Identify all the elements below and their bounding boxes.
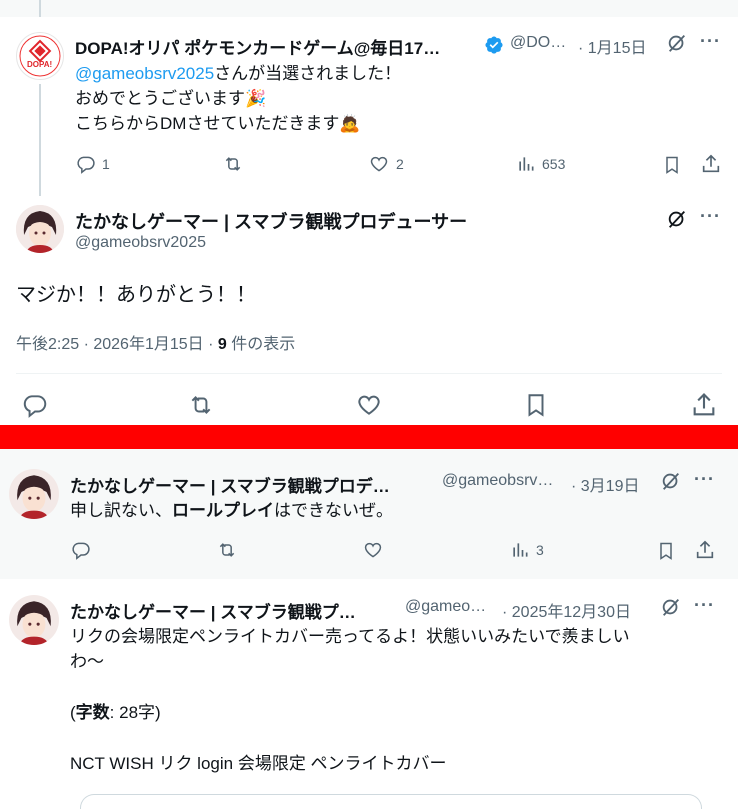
author-handle[interactable]: @DO… <box>510 34 566 52</box>
author-handle[interactable]: @gameo… <box>405 598 486 616</box>
avatar-label: DOPA! <box>27 60 53 69</box>
anime-avatar-icon <box>16 205 64 253</box>
reply-text: リクの会場限定ペンライトカバー売ってるよ！状態いいみたいで羨ましい わ〜 (字数… <box>70 624 710 776</box>
analytics-icon <box>519 157 534 171</box>
share-icon <box>696 540 714 559</box>
grok-icon[interactable] <box>666 208 688 230</box>
like-count: 2 <box>396 156 404 172</box>
more-options-icon[interactable]: ··· <box>700 206 721 227</box>
grok-icon[interactable] <box>666 32 688 54</box>
reply-button[interactable] <box>22 392 48 418</box>
reply-text-line3: (字数: 28字) <box>70 700 710 725</box>
reply-text: 申し訳ない、ロールプレイはできないぜ。 <box>70 498 393 523</box>
retweet-button[interactable] <box>187 392 215 418</box>
share-button[interactable] <box>694 539 716 561</box>
heart-icon <box>370 156 388 172</box>
reply-text-line1: リクの会場限定ペンライトカバー売ってるよ！状態いいみたいで羨ましい <box>70 627 630 646</box>
reply-text-bold: 字数 <box>75 703 110 722</box>
tweet-text-line2: おめでとうございます🎉 <box>75 89 267 108</box>
reply-icon <box>72 542 90 560</box>
gamer-avatar[interactable] <box>9 469 59 519</box>
views-button[interactable]: 3 <box>510 540 544 560</box>
reply-count: 1 <box>102 156 110 172</box>
reply-icon <box>77 156 95 174</box>
mention-link[interactable]: @gameobsrv2025 <box>75 64 214 83</box>
focus-tweet-text: マジか！！ありがとう！！ <box>16 284 256 306</box>
tweet-date[interactable]: · 1月15日 <box>578 34 646 58</box>
author-handle[interactable]: @gameobsrv2025 <box>75 234 206 252</box>
bookmark-button[interactable] <box>662 154 682 176</box>
like-button[interactable] <box>362 540 384 560</box>
retweet-icon <box>191 396 211 414</box>
gamer-avatar[interactable] <box>16 205 64 253</box>
views-label: 件の表示 <box>226 336 296 353</box>
reply-text-line2: わ〜 <box>70 652 104 671</box>
bookmark-icon <box>660 542 672 560</box>
more-options-icon[interactable]: ··· <box>694 595 715 616</box>
reply-text-line4: NCT WISH リク login 会場限定 ペンライトカバー <box>70 754 447 773</box>
author-handle[interactable]: @gameobsrv… <box>442 472 553 490</box>
thread-line <box>39 84 41 196</box>
tweet-text-line3: こちらからDMさせていただきます🙇 <box>75 114 361 133</box>
tweet-timestamp[interactable]: 午後2:25 · 2026年1月15日 · 9 件の表示 <box>16 330 295 354</box>
author-name[interactable]: たかなしゲーマー | スマブラ観戦プロデューサー <box>75 208 495 234</box>
tweet-text-line1: さんが当選されました！ <box>214 64 402 83</box>
analytics-icon <box>513 543 528 557</box>
view-count: 3 <box>536 542 544 558</box>
quoted-card-edge[interactable] <box>80 794 702 809</box>
heart-icon <box>358 395 380 415</box>
reply-text-bold: ロールプレイ <box>172 501 274 520</box>
reply-button[interactable] <box>71 540 91 560</box>
verified-badge-icon <box>485 36 503 54</box>
retweet-button[interactable] <box>216 540 238 560</box>
reply-icon <box>23 395 47 418</box>
reply-text-part: 申し訳ない、 <box>70 501 172 520</box>
share-button[interactable] <box>700 153 722 175</box>
view-count: 9 <box>217 336 227 353</box>
red-separator-bar <box>0 425 738 449</box>
tweet-date[interactable]: · 2025年12月30日 <box>502 598 631 622</box>
previous-tweet-edge <box>0 0 738 17</box>
gamer-avatar[interactable] <box>9 595 59 645</box>
retweet-icon <box>219 543 235 557</box>
reply-text-part: はできないぜ。 <box>274 501 393 520</box>
more-options-icon[interactable]: ··· <box>694 469 715 490</box>
author-name[interactable]: たかなしゲーマー | スマブラ観戦プ… <box>70 598 395 623</box>
share-icon <box>693 393 715 416</box>
retweet-button[interactable] <box>222 154 244 174</box>
anime-avatar-icon <box>9 469 59 519</box>
bookmark-button[interactable] <box>523 392 549 418</box>
bookmark-icon <box>666 156 678 174</box>
author-name[interactable]: たかなしゲーマー | スマブラ観戦プロデ… <box>70 472 432 497</box>
view-count: 653 <box>542 156 566 172</box>
grok-icon[interactable] <box>660 470 682 492</box>
dopa-logo-icon <box>19 35 61 77</box>
bookmark-icon <box>528 394 544 417</box>
tweet-date[interactable]: · 3月19日 <box>571 472 639 496</box>
anime-avatar-icon <box>9 595 59 645</box>
share-button[interactable] <box>690 391 718 419</box>
more-options-icon[interactable]: ··· <box>700 31 721 52</box>
bookmark-button[interactable] <box>656 540 676 562</box>
thread-line-top <box>39 0 41 17</box>
reply-button[interactable]: 1 <box>76 154 110 174</box>
dopa-avatar[interactable]: DOPA! <box>16 32 64 80</box>
grok-icon[interactable] <box>660 596 682 618</box>
timestamp-text: 午後2:25 · 2026年1月15日 · <box>16 336 218 353</box>
like-button[interactable] <box>355 392 383 418</box>
like-button[interactable]: 2 <box>368 154 404 174</box>
author-name[interactable]: DOPA!オリパ ポケモンカードゲーム@毎日17… <box>75 34 480 59</box>
tweet-text: @gameobsrv2025さんが当選されました！ おめでとうございます🎉 こち… <box>75 61 675 136</box>
share-icon <box>702 154 720 173</box>
reply-text-part: : 28字) <box>109 703 161 722</box>
retweet-icon <box>225 157 241 171</box>
views-button[interactable]: 653 <box>516 154 565 174</box>
divider <box>16 373 722 374</box>
heart-icon <box>364 542 382 558</box>
